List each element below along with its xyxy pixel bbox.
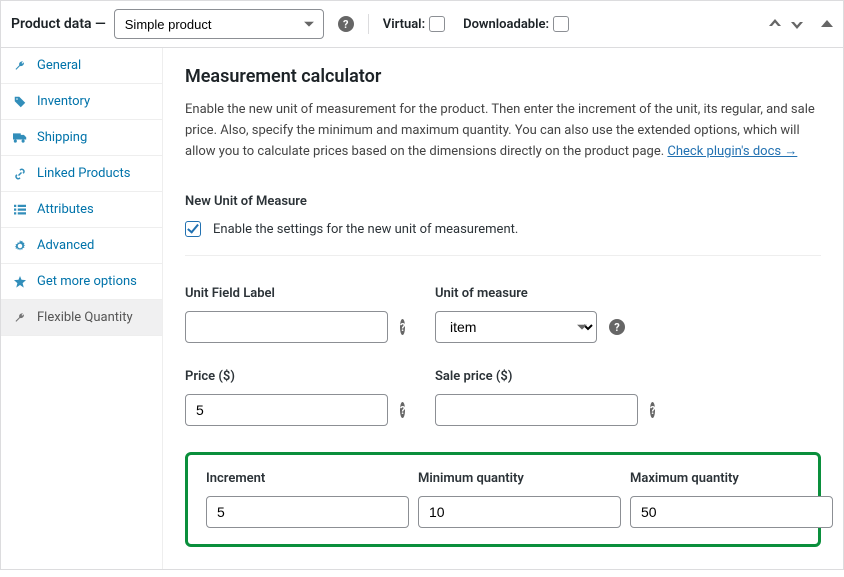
price-field: Price ($) ?: [185, 369, 375, 426]
panel-title: Product data —: [11, 16, 106, 32]
panel-header: Product data — Simple product ? Virtual:…: [1, 1, 843, 48]
sidebar-item-label: General: [37, 58, 81, 73]
highlighted-group: Increment ? Minimum quantity ?: [185, 452, 821, 547]
panel-body: General Inventory Shipping Linked Products A…: [1, 48, 843, 569]
collapse-icon[interactable]: [821, 19, 833, 29]
unit-field-label-field: Unit Field Label ?: [185, 286, 375, 343]
gear-icon: [13, 240, 27, 252]
product-type-help-icon[interactable]: ?: [338, 16, 354, 32]
min-qty-label: Minimum quantity: [418, 471, 588, 486]
tag-icon: [13, 96, 27, 108]
move-down-icon[interactable]: [791, 19, 803, 29]
new-unit-title: New Unit of Measure: [185, 194, 821, 209]
docs-link[interactable]: Check plugin's docs →: [667, 144, 797, 159]
downloadable-toggle[interactable]: Downloadable:: [463, 16, 569, 32]
help-icon[interactable]: ?: [650, 402, 655, 418]
wrench-icon: [13, 60, 27, 72]
help-icon[interactable]: ?: [400, 402, 405, 418]
link-icon: [13, 168, 27, 180]
sidebar-item-flexible-quantity[interactable]: Flexible Quantity: [1, 300, 162, 336]
sidebar-item-label: Attributes: [37, 202, 94, 217]
move-up-icon[interactable]: [769, 19, 781, 29]
increment-input[interactable]: [206, 496, 409, 528]
divider: [368, 14, 369, 34]
header-controls: [769, 19, 833, 29]
sale-price-field: Sale price ($) ?: [435, 369, 625, 426]
list-icon: [13, 204, 27, 216]
sidebar-item-label: Get more options: [37, 274, 137, 289]
sidebar-item-label: Inventory: [37, 94, 90, 109]
sidebar-item-inventory[interactable]: Inventory: [1, 84, 162, 120]
product-data-panel: Product data — Simple product ? Virtual:…: [0, 0, 844, 570]
sale-price-input[interactable]: [435, 394, 638, 426]
sidebar-item-advanced[interactable]: Advanced: [1, 228, 162, 264]
sidebar-tabs: General Inventory Shipping Linked Products A…: [1, 48, 163, 569]
sidebar-item-label: Advanced: [37, 238, 94, 253]
section-heading: Measurement calculator: [185, 66, 821, 87]
star-icon: [13, 276, 27, 288]
increment-field: Increment ?: [206, 471, 376, 528]
min-qty-input[interactable]: [418, 496, 621, 528]
product-type-select-wrap: Simple product: [106, 9, 324, 39]
unit-field-label-input[interactable]: [185, 311, 388, 343]
main-content: Measurement calculator Enable the new un…: [163, 48, 843, 569]
max-qty-field: Maximum quantity ?: [630, 471, 800, 528]
sidebar-item-linked-products[interactable]: Linked Products: [1, 156, 162, 192]
increment-label: Increment: [206, 471, 376, 486]
sidebar-item-get-more-options[interactable]: Get more options: [1, 264, 162, 300]
price-input[interactable]: [185, 394, 388, 426]
virtual-checkbox[interactable]: [429, 16, 445, 32]
enable-row: Enable the settings for the new unit of …: [185, 221, 821, 256]
sidebar-item-shipping[interactable]: Shipping: [1, 120, 162, 156]
form-grid: Unit Field Label ? Unit of measure item: [185, 286, 821, 547]
sidebar-item-general[interactable]: General: [1, 48, 162, 84]
max-qty-input[interactable]: [630, 496, 833, 528]
truck-icon: [13, 132, 27, 144]
price-label: Price ($): [185, 369, 375, 384]
wrench-icon: [13, 312, 27, 324]
unit-of-measure-select[interactable]: item: [435, 311, 597, 343]
sidebar-item-label: Shipping: [37, 130, 87, 145]
help-icon[interactable]: ?: [609, 319, 625, 335]
product-type-select[interactable]: Simple product: [114, 9, 324, 39]
max-qty-label: Maximum quantity: [630, 471, 800, 486]
sidebar-item-attributes[interactable]: Attributes: [1, 192, 162, 228]
section-description: Enable the new unit of measurement for t…: [185, 100, 821, 162]
sale-price-label: Sale price ($): [435, 369, 625, 384]
unit-of-measure-label: Unit of measure: [435, 286, 625, 301]
unit-of-measure-field: Unit of measure item ?: [435, 286, 625, 343]
help-icon[interactable]: ?: [400, 319, 405, 335]
sidebar-item-label: Linked Products: [37, 166, 130, 181]
enable-unit-checkbox[interactable]: [185, 221, 201, 237]
unit-field-label-label: Unit Field Label: [185, 286, 375, 301]
downloadable-label: Downloadable:: [463, 17, 549, 32]
sidebar-item-label: Flexible Quantity: [37, 310, 133, 325]
min-qty-field: Minimum quantity ?: [418, 471, 588, 528]
virtual-toggle[interactable]: Virtual:: [383, 16, 445, 32]
enable-unit-label: Enable the settings for the new unit of …: [213, 222, 518, 237]
virtual-label: Virtual:: [383, 17, 425, 32]
downloadable-checkbox[interactable]: [553, 16, 569, 32]
